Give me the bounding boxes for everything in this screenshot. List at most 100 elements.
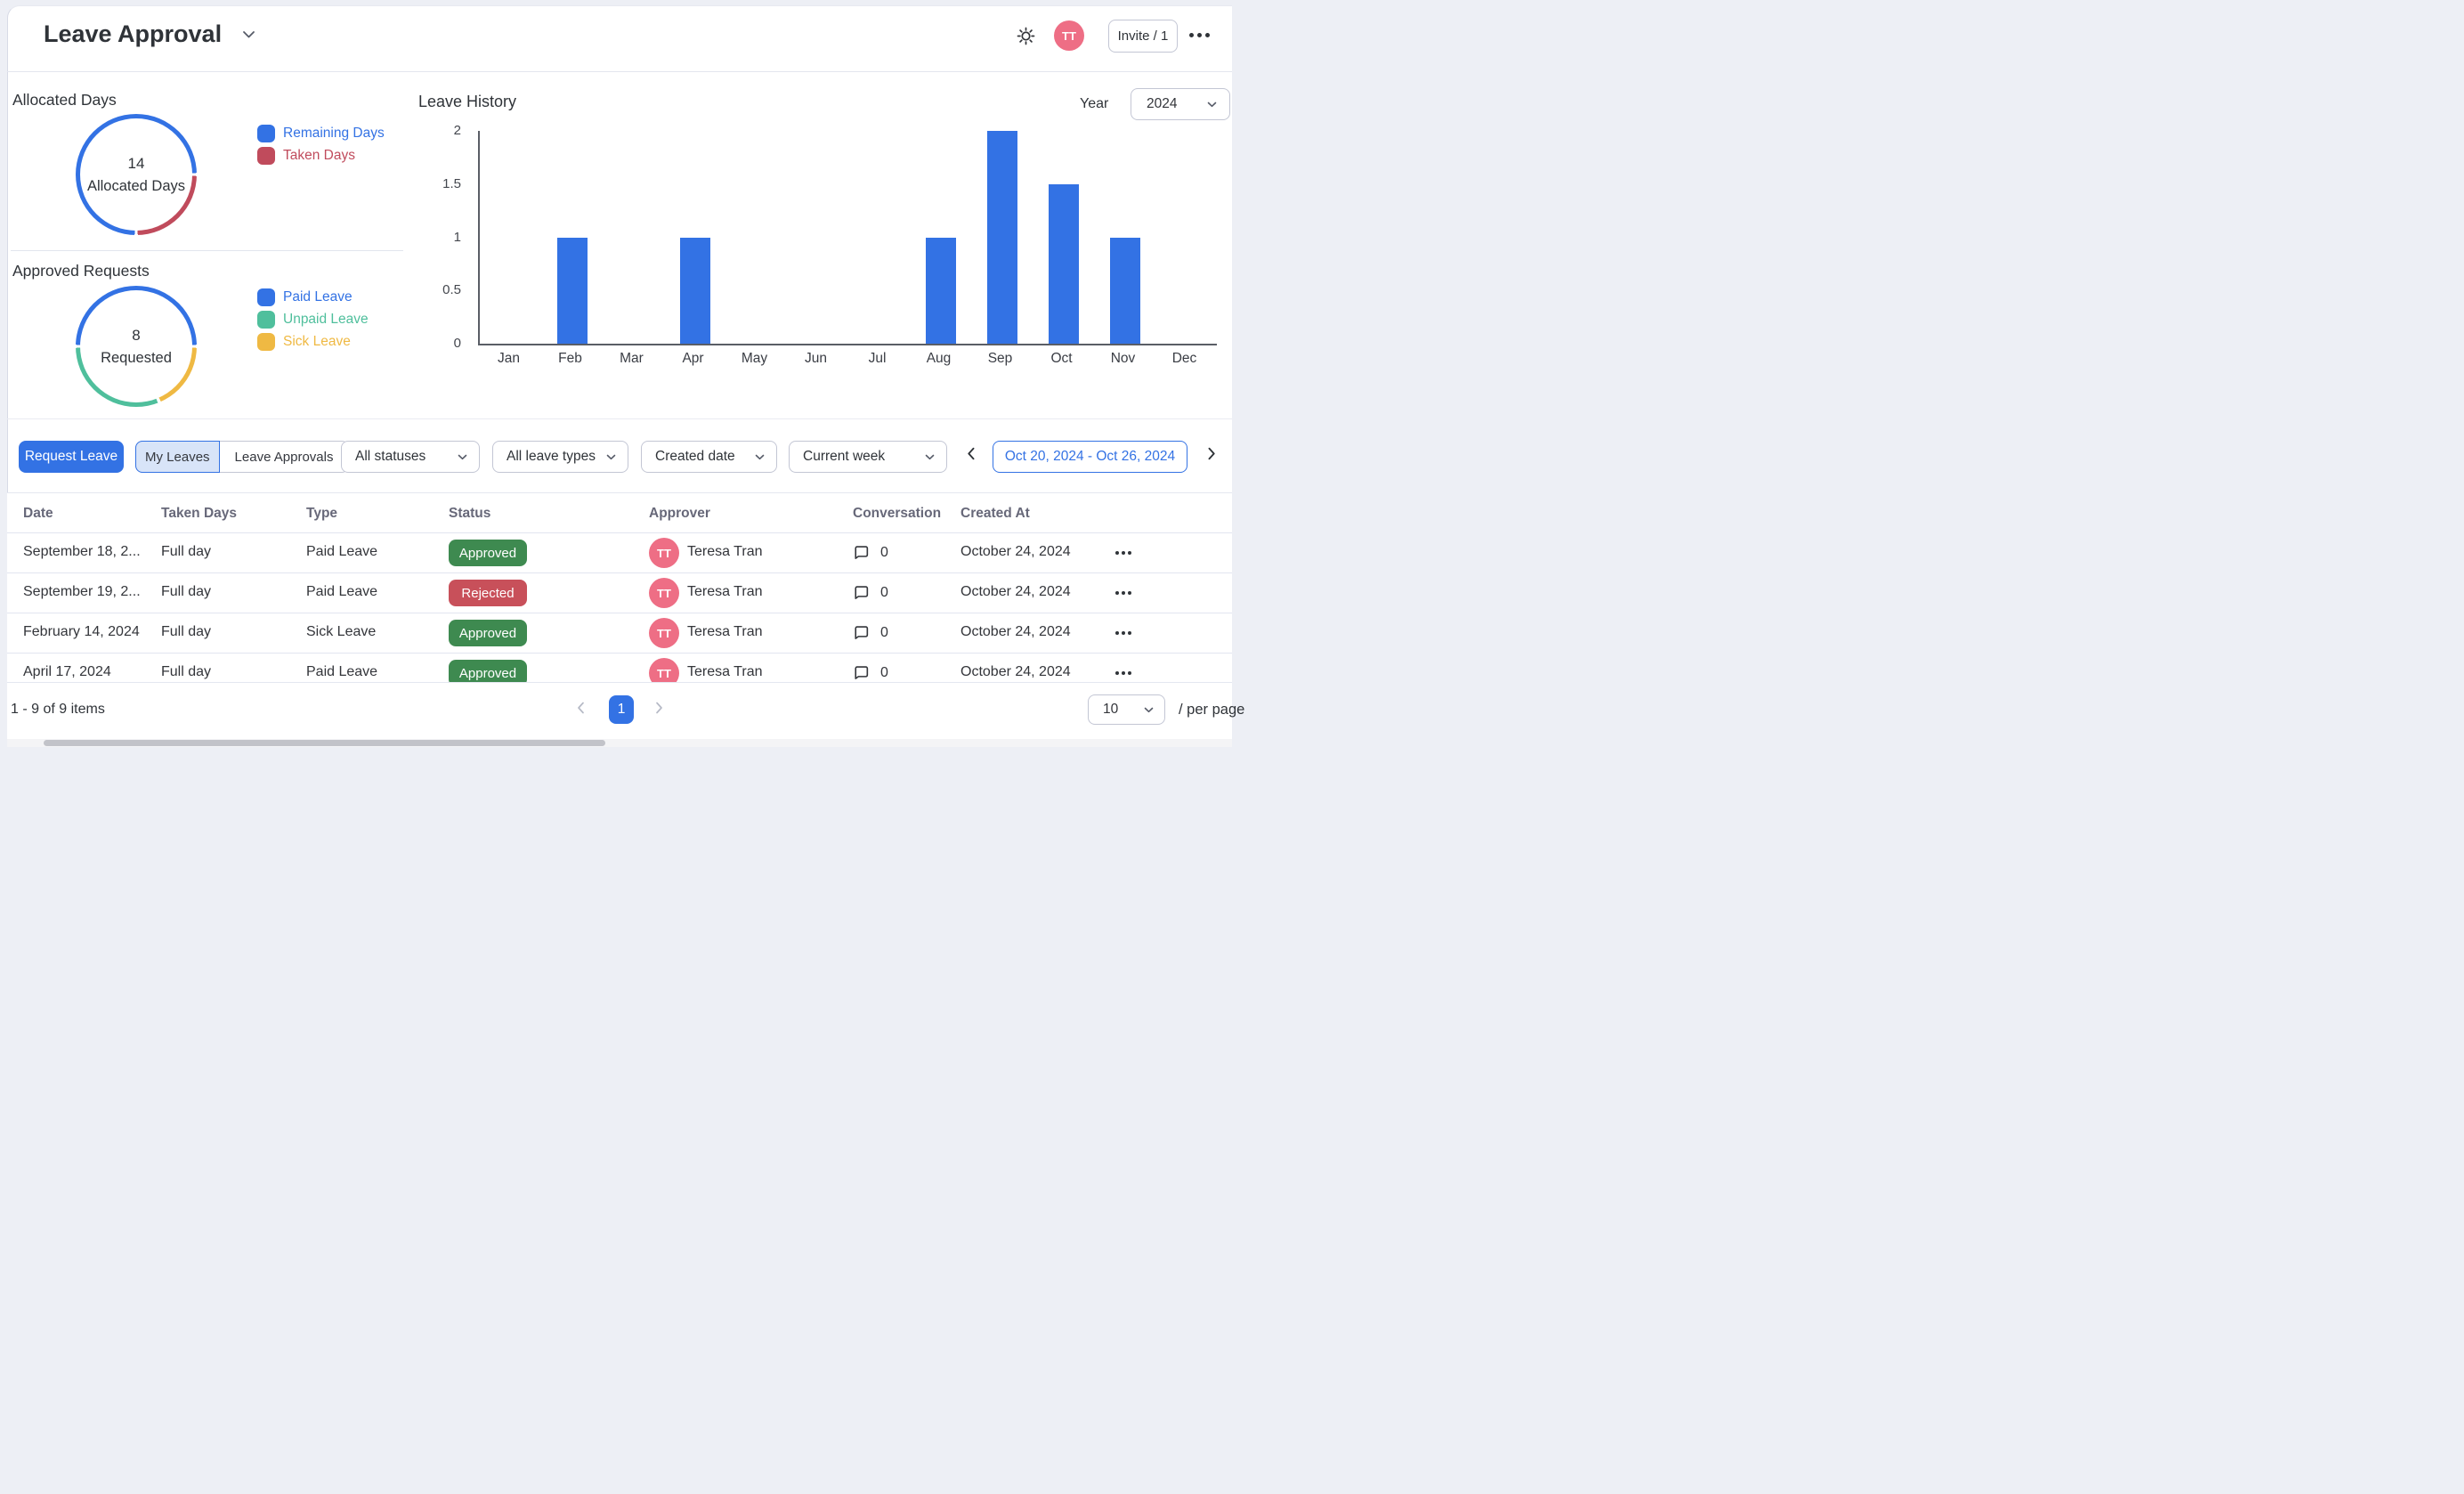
x-tick-label: Jul: [847, 351, 908, 367]
horizontal-scrollbar-thumb[interactable]: [44, 740, 605, 746]
section-divider: [7, 418, 1232, 419]
chevron-down-icon: [1207, 101, 1217, 108]
created-date-dropdown[interactable]: Created date: [641, 441, 777, 473]
date-range-button[interactable]: Oct 20, 2024 - Oct 26, 2024: [993, 441, 1187, 473]
table-header: Date Taken Days Type Status Approver Con…: [7, 492, 1232, 533]
table-row[interactable]: April 17, 2024Full dayPaid LeaveApproved…: [7, 653, 1232, 682]
cell-approver-name: Teresa Tran: [687, 664, 762, 680]
cell-date: April 17, 2024: [23, 664, 111, 680]
cell-taken-days: Full day: [161, 544, 211, 560]
table-row[interactable]: February 14, 2024Full daySick LeaveAppro…: [7, 613, 1232, 653]
leave-types-dropdown-value: All leave types: [507, 449, 596, 465]
legend-swatch: [257, 288, 275, 306]
legend-swatch: [257, 147, 275, 165]
year-value: 2024: [1147, 96, 1177, 112]
per-page-suffix: / per page: [1179, 702, 1244, 719]
allocated-days-legend: Remaining Days Taken Days: [257, 125, 385, 165]
cell-type: Sick Leave: [306, 624, 376, 640]
pagination-next-chevron-icon[interactable]: [655, 702, 663, 714]
user-avatar[interactable]: TT: [1054, 20, 1084, 51]
page-title: Leave Approval: [44, 20, 222, 48]
title-chevron-down-icon[interactable]: [242, 30, 255, 39]
conversation-cell[interactable]: 0: [853, 624, 888, 641]
conversation-count: 0: [880, 585, 888, 601]
x-tick-label: Jun: [785, 351, 847, 367]
conversation-cell[interactable]: 0: [853, 584, 888, 601]
items-count-text: 1 - 9 of 9 items: [11, 702, 105, 718]
cell-created-at: October 24, 2024: [960, 584, 1071, 600]
cell-created-at: October 24, 2024: [960, 544, 1071, 560]
per-page-value: 10: [1103, 702, 1118, 718]
table-row[interactable]: September 19, 2...Full dayPaid LeaveReje…: [7, 572, 1232, 613]
row-actions-ellipsis-icon[interactable]: [1115, 551, 1131, 555]
x-tick-label: Nov: [1092, 351, 1154, 367]
legend-item: Paid Leave: [257, 288, 369, 306]
legend-item: Taken Days: [257, 147, 385, 165]
x-tick-label: Oct: [1031, 351, 1092, 367]
x-tick-label: Aug: [908, 351, 969, 367]
cell-type: Paid Leave: [306, 664, 377, 680]
conversation-count: 0: [880, 625, 888, 641]
column-header-type: Type: [306, 506, 337, 522]
legend-label: Paid Leave: [283, 289, 353, 305]
approved-requests-label: Requested: [101, 350, 172, 367]
x-tick-label: Jan: [478, 351, 539, 367]
leave-types-dropdown[interactable]: All leave types: [492, 441, 628, 473]
x-tick-label: Feb: [539, 351, 601, 367]
bar-slot-jan: [480, 131, 541, 344]
previous-week-chevron-icon[interactable]: [967, 447, 976, 460]
approved-requests-donut-chart: 8 Requested: [76, 286, 197, 407]
y-tick-label: 1.5: [426, 176, 461, 191]
legend-item: Unpaid Leave: [257, 311, 369, 329]
row-actions-ellipsis-icon[interactable]: [1115, 671, 1131, 675]
approver-avatar: TT: [649, 538, 679, 568]
row-actions-ellipsis-icon[interactable]: [1115, 631, 1131, 635]
allocated-days-donut-chart: 14 Allocated Days: [76, 114, 197, 235]
per-page-select[interactable]: 10: [1088, 694, 1165, 725]
cell-created-at: October 24, 2024: [960, 624, 1071, 640]
invite-button[interactable]: Invite / 1: [1108, 20, 1178, 53]
pagination-page-1[interactable]: 1: [609, 695, 634, 724]
x-tick-label: Mar: [601, 351, 662, 367]
leaves-tab-group: My Leaves Leave Approvals: [135, 441, 349, 473]
cell-created-at: October 24, 2024: [960, 664, 1071, 680]
approved-requests-legend: Paid Leave Unpaid Leave Sick Leave: [257, 288, 369, 351]
approved-requests-title: Approved Requests: [12, 262, 150, 280]
bar-slot-aug: [910, 131, 971, 344]
legend-item: Sick Leave: [257, 333, 369, 351]
legend-label: Sick Leave: [283, 334, 351, 350]
table-row[interactable]: September 18, 2...Full dayPaid LeaveAppr…: [7, 532, 1232, 572]
leave-history-bar-chart: [478, 131, 1217, 345]
tab-leave-approvals[interactable]: Leave Approvals: [220, 442, 349, 472]
board-menu-ellipsis-icon[interactable]: [1189, 33, 1210, 37]
bar-nov: [1110, 238, 1140, 345]
legend-label: Remaining Days: [283, 126, 385, 142]
pagination-previous-chevron-icon[interactable]: [577, 702, 585, 714]
conversation-cell[interactable]: 0: [853, 664, 888, 681]
approver-avatar: TT: [649, 658, 679, 682]
conversation-count: 0: [880, 665, 888, 681]
year-label: Year: [1080, 96, 1108, 112]
next-week-chevron-icon[interactable]: [1207, 447, 1216, 460]
bar-slot-jul: [848, 131, 910, 344]
legend-item: Remaining Days: [257, 125, 385, 142]
column-header-status: Status: [449, 506, 490, 522]
chevron-down-icon: [755, 454, 765, 460]
conversation-cell[interactable]: 0: [853, 544, 888, 561]
row-actions-ellipsis-icon[interactable]: [1115, 591, 1131, 595]
table-body: September 18, 2...Full dayPaid LeaveAppr…: [7, 532, 1232, 682]
allocated-days-label: Allocated Days: [87, 178, 185, 195]
cell-approver-name: Teresa Tran: [687, 624, 762, 640]
y-axis-ticks: 00.511.52: [427, 131, 470, 344]
request-leave-button[interactable]: Request Leave: [19, 441, 124, 473]
chevron-down-icon: [606, 454, 616, 460]
tab-my-leaves[interactable]: My Leaves: [135, 441, 220, 473]
year-select[interactable]: 2024: [1131, 88, 1230, 120]
x-tick-label: Sep: [969, 351, 1031, 367]
cell-approver-name: Teresa Tran: [687, 584, 762, 600]
cell-taken-days: Full day: [161, 664, 211, 680]
period-dropdown[interactable]: Current week: [789, 441, 947, 473]
settings-gear-icon[interactable]: [1016, 26, 1036, 46]
statuses-dropdown[interactable]: All statuses: [341, 441, 480, 473]
cell-type: Paid Leave: [306, 544, 377, 560]
